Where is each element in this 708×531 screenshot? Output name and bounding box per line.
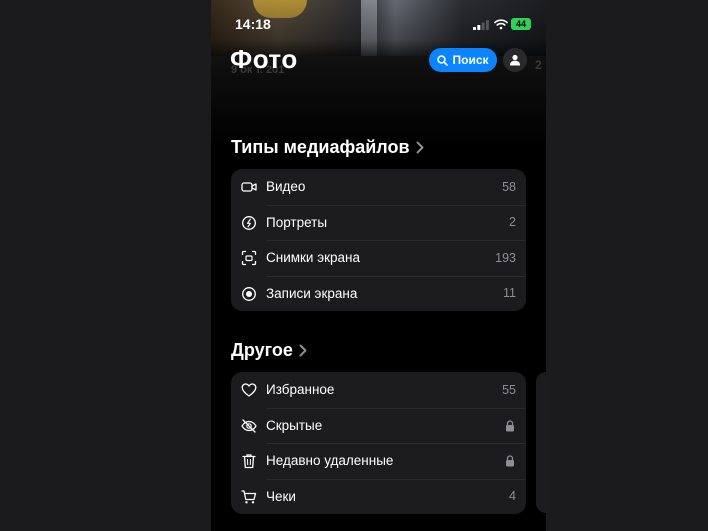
list-item-count: 58 [502,179,516,194]
list-item-label: Чеки [266,488,296,504]
list-item-count: 55 [502,382,516,397]
list-item-hidden[interactable]: Скрытые [231,407,526,444]
other-list: Избранное 55 Скрытые Недавно удаленные Ч… [231,372,526,514]
list-item-label: Портреты [266,214,328,230]
list-item-receipts[interactable]: Чеки 4 [231,478,526,515]
adjacent-card-edge [536,372,546,513]
status-time: 14:18 [235,16,271,32]
cart-icon [241,489,257,503]
person-icon [510,54,520,66]
media-types-header[interactable]: Типы медиафайлов [231,137,424,158]
list-item-label: Избранное [266,382,335,398]
background-date-text-right: 2 [535,58,542,72]
wifi-icon [494,19,508,30]
list-item-label: Недавно удаленные [266,453,394,469]
video-icon [241,182,257,192]
list-item-count: 4 [509,489,516,504]
page-title: Фото [230,44,298,74]
status-bar: 14:18 44 [211,14,546,34]
profile-button[interactable] [503,48,527,72]
trash-icon [242,454,256,469]
list-item-favorites[interactable]: Избранное 55 [231,372,526,408]
screenshot-icon [241,250,257,266]
list-item-screen-recordings[interactable]: Записи экрана 11 [231,275,526,312]
hidden-eye-icon [241,418,257,433]
battery-indicator: 44 [511,18,531,30]
media-types-list: Видео 58 Портреты 2 Снимки экрана 193 За… [231,169,526,311]
media-types-title: Типы медиафайлов [231,137,410,157]
list-item-label: Видео [266,179,306,195]
list-item-count: 11 [503,286,516,301]
list-item-screenshots[interactable]: Снимки экрана 193 [231,240,526,276]
list-item-video[interactable]: Видео 58 [231,169,526,205]
list-item-label: Скрытые [266,417,323,433]
lock-icon [506,455,514,467]
chevron-right-icon [416,141,424,154]
list-item-label: Записи экрана [266,285,358,301]
list-item-recently-deleted[interactable]: Недавно удаленные [231,443,526,479]
list-item-label: Снимки экрана [266,250,360,266]
lock-icon [506,419,514,431]
chevron-right-icon [299,344,307,357]
other-header[interactable]: Другое [231,340,307,361]
search-icon [437,54,449,66]
screen-recording-icon [242,286,256,301]
search-button-label: Поиск [452,53,489,67]
search-button[interactable]: Поиск [429,48,497,72]
other-title: Другое [231,340,293,360]
cellular-signal-icon [473,20,489,30]
portrait-icon [242,215,256,230]
list-item-portraits[interactable]: Портреты 2 [231,204,526,241]
list-item-count: 193 [495,250,516,265]
heart-icon [241,383,257,397]
phone-screen: 14:18 44 9 ок т. 201 2 Фото Поиск Типы м… [211,0,546,531]
list-item-count: 2 [509,215,516,230]
